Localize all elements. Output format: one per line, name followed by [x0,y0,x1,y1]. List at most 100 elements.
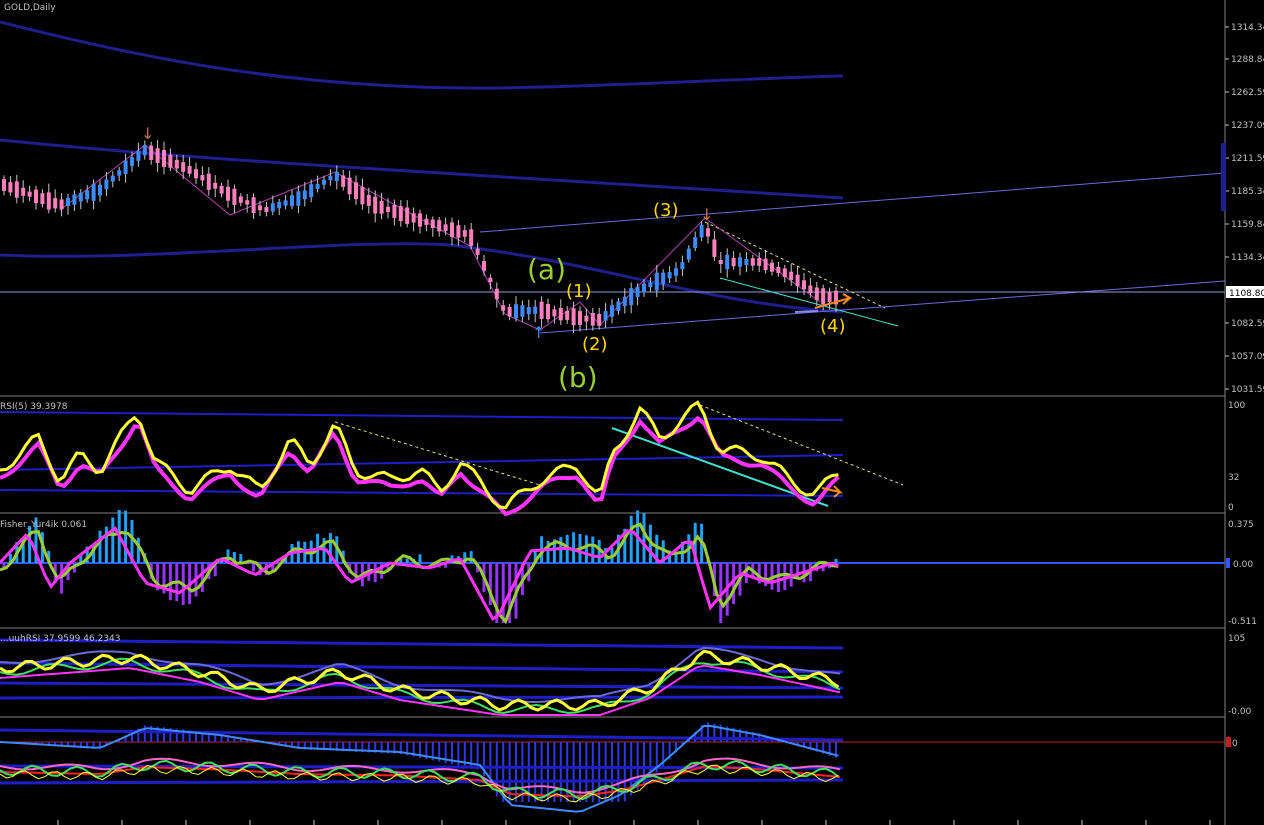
lower-band [0,242,844,314]
candle-body [411,213,416,223]
candle-body [296,191,301,206]
candle-body [117,170,122,176]
candle-body [309,184,314,198]
candle-body [174,159,179,169]
rsi-scale-bottom: 0 [1228,503,1234,513]
candle-body [59,199,64,210]
candle-body [603,311,608,321]
fisher-bar [418,554,422,563]
candle-body [539,301,544,319]
chart-canvas[interactable]: ↓ ↓ ↑ (1) (2) (3) (4) (a) (b) GOLD,Daily… [0,0,1264,825]
candle-body [424,218,429,226]
candle-body [718,259,723,265]
fisher-bar [591,536,595,563]
candle-body [706,228,710,237]
multi-rsi-panel[interactable]: ...uuhRSI 37.9599 46.2343 105 -0.00 [0,634,1252,718]
candle-body [162,149,166,167]
candle-body [789,271,794,281]
rsi-mid-band [0,454,844,471]
candle-body [232,188,237,205]
scroll-handle[interactable] [1221,143,1226,211]
price-tick-label: 1134.34 [1231,253,1264,263]
candle-body [750,258,755,266]
candle-body [245,200,250,205]
candle-body [680,262,685,270]
fisher-scale-mid: 0.00 [1233,560,1253,570]
candle-body [258,205,262,211]
candle-body [341,175,346,187]
fisher-title: Fisher_Yur4ik 0.061 [0,520,87,530]
candle-body [725,254,730,270]
candle-body [654,272,659,291]
fisher-bar [642,513,646,563]
fisher-scale-bottom: -0.511 [1228,617,1257,627]
candle-body [584,315,589,322]
rsi-scale-top: 100 [1228,401,1245,411]
candle-body [315,183,320,189]
wave-label-a: (a) [527,253,566,286]
macd-bar [534,742,537,802]
candle-body [475,248,480,255]
candle-body [110,175,115,182]
candle-body [206,173,211,190]
candle-body [277,201,282,209]
panel4-scale: 0 [1232,739,1238,749]
fisher-bar [776,563,780,593]
price-tick-label: 1057.09 [1231,352,1264,362]
candle-body [2,179,6,191]
fisher-panel[interactable]: Fisher_Yur4ik 0.061 0.375 0.00 -0.511 [0,509,1257,629]
candle-body [354,182,358,200]
price-tick-label: 1262.59 [1231,88,1264,98]
candle-body [200,175,205,181]
panel3-scale-bottom: -0.00 [1228,707,1252,717]
rsi-trendline [334,421,541,486]
fisher-bar [136,537,140,563]
candle-body [226,186,230,201]
candle-body [661,272,666,285]
candle-body [757,258,762,266]
fisher-bar [111,517,115,563]
rsi-panel[interactable]: RSI(5) 39.3978 100 32 0 [0,400,1245,517]
candle-body [98,184,102,196]
candle-body [264,207,269,212]
fisher-bar [98,530,102,563]
candle-body [565,310,570,320]
wave-label-4: (4) [820,316,846,337]
macd-panel[interactable]: 0 [0,722,1238,813]
candle-body [213,182,218,189]
candle-body [136,150,141,161]
fisher-bar [629,515,633,563]
price-tick-label: 1159.84 [1231,220,1264,230]
macd-bar [540,742,543,802]
candlesticks[interactable] [2,140,838,333]
candle-body [290,195,294,207]
candle-body [149,145,154,160]
macd-bar [566,742,569,802]
fisher-bar [252,563,256,572]
fisher-bar [501,563,505,623]
candle-body [558,308,563,321]
candle-body [699,224,704,238]
candle-body [782,268,787,278]
fisher-scale-top: 0.375 [1228,520,1254,530]
band-line [0,681,844,690]
fisher-bar [834,558,838,563]
candle-body [360,186,365,205]
candle-body [366,194,371,206]
candle-body [514,304,518,319]
candle-body [91,183,96,201]
candle-body [219,185,224,194]
candle-body [386,206,390,212]
candle-body [456,225,461,238]
candle-body [418,213,422,227]
candle-body [488,277,493,283]
candle-body [270,203,275,212]
candle-body [238,196,243,203]
candle-body [533,306,538,314]
candle-body [635,286,640,297]
candle-body [526,307,531,315]
rsi-title: RSI(5) 39.3978 [0,402,68,412]
candle-body [40,193,45,205]
candle-body [66,198,70,206]
candle-body [347,177,352,195]
